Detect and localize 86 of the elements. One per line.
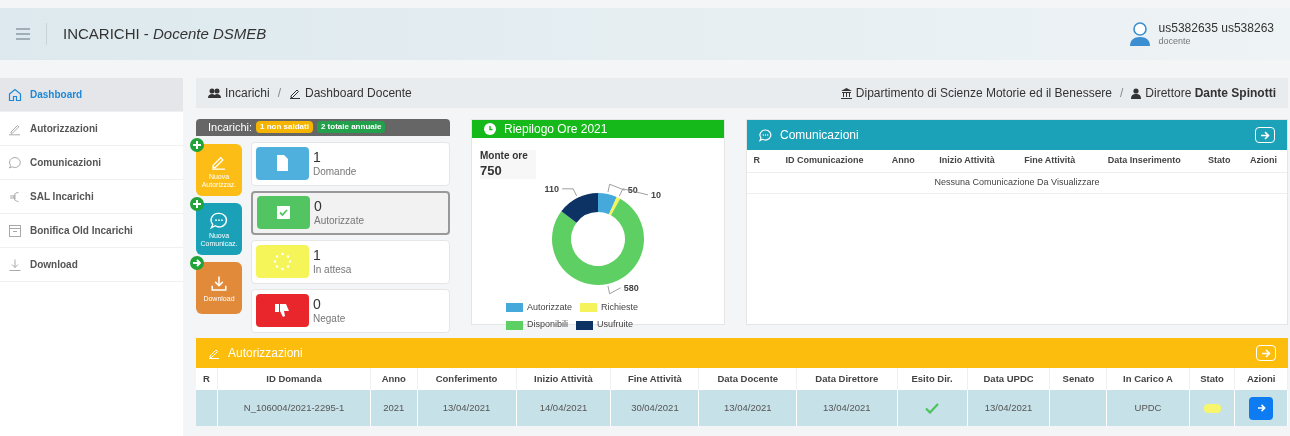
breadcrumb-current: Dashboard Docente [305,85,412,102]
badge: 1 non saldati [256,121,313,134]
director-name: Direttore Dante Spinotti [1145,85,1276,102]
table-cell: N_106004/2021-2295-1 [243,401,345,413]
legend-label: Autorizzate [527,300,573,314]
open-button[interactable] [1255,127,1275,143]
institution-icon [840,87,852,99]
stat-label: Autorizzate [314,215,365,228]
menu-icon[interactable] [16,28,30,40]
legend-swatch [506,303,523,312]
arrow-right-icon [1261,348,1271,358]
stat-card[interactable]: 0 Negate [251,288,450,333]
column-header: Stato [1198,150,1240,172]
table-cell: 13/04/2021 [442,401,491,413]
column-header: Fine Attività [1009,150,1090,172]
card-title: Incarichi: [208,120,253,135]
stat-label: Domande [313,166,357,179]
empty-message: Nessuna Comunicazione Da Visualizzare [747,172,1287,193]
spinner-icon [271,250,294,273]
home-icon [8,87,22,102]
chat-icon [759,128,772,142]
column-header: Anno [882,150,925,172]
data-label: 50 [627,184,638,195]
badge: 2 totale annuale [316,121,386,134]
card-title: Autorizzazioni [228,345,303,362]
archive-icon [8,223,22,238]
table-row[interactable]: N_106004/2021-2295-1 2021 13/04/2021 14/04/2021 30/04/2021 13/04/2021 13/04/2021 13/04/2021 UPDC [196,390,1288,426]
clock-icon [484,123,496,135]
stat-card[interactable]: 0 Autorizzate [251,190,450,235]
legend-swatch [576,320,594,330]
legend-swatch [506,320,523,330]
stat-count: 0 [314,197,323,215]
table-cell: 2021 [383,401,405,413]
pencil-icon [289,87,302,99]
card-title: Comunicazioni [780,127,859,144]
stat-label: In attesa [313,264,352,277]
data-label: 580 [623,282,639,293]
table-cell: 14/04/2021 [539,401,588,413]
arrow-right-icon [1256,404,1266,412]
arrow-right-icon [1260,130,1270,140]
plus-badge-icon [190,196,204,211]
user-avatar-icon[interactable] [1128,21,1151,47]
breadcrumb-link[interactable]: Incarichi [225,84,270,102]
arrow-badge-icon [190,255,204,270]
leader-line [607,285,622,294]
legend-swatch [580,303,598,312]
open-button[interactable] [1249,396,1274,420]
monte-ore-value: 750 [480,162,503,179]
table-cell: UPDC [1134,401,1162,413]
monte-ore-label: Monte ore [480,150,528,163]
column-header: Data Inserimento [1089,150,1199,172]
table-cell: 13/04/2021 [823,401,871,413]
open-button[interactable] [1256,345,1276,361]
legend-label: Disponibili [527,318,569,332]
column-header: Azioni [1239,150,1287,172]
data-label: 110 [544,183,560,194]
stat-card[interactable]: 1 In attesa [251,239,450,284]
table-cell: 30/04/2021 [631,401,679,413]
pencil-icon [208,347,220,359]
column-header: ID Comunicazione [766,150,883,172]
table-cell: 13/04/2021 [723,401,772,413]
stat-count: 1 [313,148,322,166]
data-label: 10 [650,189,661,200]
person-icon [1131,87,1142,99]
chat-icon [8,155,22,170]
leader-line [561,188,578,197]
stat-card[interactable]: 1 Domande [251,141,450,186]
breadcrumb-separator: / [277,85,282,102]
checkmark-icon [925,402,940,414]
card-title: Riepilogo Ore 2021 [504,121,608,138]
department-name: Dipartimento di Scienze Motorie ed il Benessere [855,85,1112,102]
breadcrumb-separator: / [1119,85,1124,102]
download-icon [8,257,22,272]
legend-label: Richieste [601,300,639,314]
users-icon [208,88,221,98]
user-name: us5382635 us538263 [1158,20,1274,36]
table-cell: 13/04/2021 [984,401,1033,413]
column-header: R [747,150,767,172]
user-role: docente [1158,35,1192,48]
stat-label: Negate [313,313,346,326]
plus-badge-icon [190,137,204,152]
column-header: Inizio Attività [924,150,1010,172]
stat-count: 0 [313,295,322,313]
legend-label: Usufruite [597,318,634,332]
app-title: INCARICHI - Docente DSMEB [63,23,267,44]
stat-count: 1 [313,246,322,264]
